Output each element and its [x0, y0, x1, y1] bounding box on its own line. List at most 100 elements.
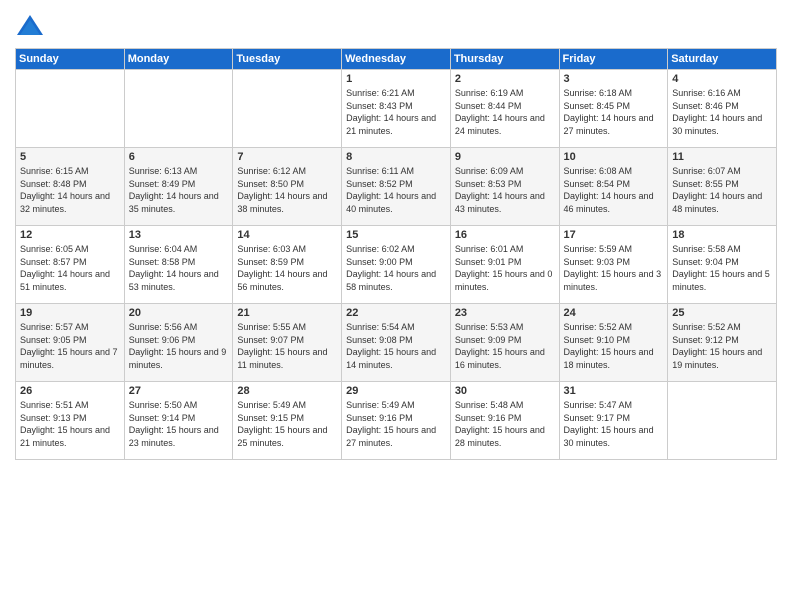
calendar-cell: 30 Sunrise: 5:48 AM Sunset: 9:16 PM Dayli…: [450, 382, 559, 460]
day-info: Sunrise: 6:15 AM Sunset: 8:48 PM Dayligh…: [20, 165, 120, 215]
logo-icon: [15, 10, 45, 40]
day-info: Sunrise: 5:50 AM Sunset: 9:14 PM Dayligh…: [129, 399, 229, 449]
weekday-tuesday: Tuesday: [233, 49, 342, 70]
day-number: 9: [455, 151, 555, 163]
calendar-cell: 16 Sunrise: 6:01 AM Sunset: 9:01 PM Dayli…: [450, 226, 559, 304]
calendar-cell: 26 Sunrise: 5:51 AM Sunset: 9:13 PM Dayli…: [16, 382, 125, 460]
day-number: 28: [237, 385, 337, 397]
calendar-cell: 27Sunrise: 5:50 AM Sunset: 9:14 PM Dayli…: [124, 382, 233, 460]
calendar-cell: [233, 70, 342, 148]
day-info: Sunrise: 6:12 AM Sunset: 8:50 PM Dayligh…: [237, 165, 337, 215]
calendar-cell: 12 Sunrise: 6:05 AM Sunset: 8:57 PM Dayli…: [16, 226, 125, 304]
day-number: 17: [564, 229, 664, 241]
week-row-1: 1Sunrise: 6:21 AM Sunset: 8:43 PM Daylig…: [16, 70, 777, 148]
day-number: 30: [455, 385, 555, 397]
day-info: Sunrise: 6:08 AM Sunset: 8:54 PM Dayligh…: [564, 165, 664, 215]
calendar-cell: 29 Sunrise: 5:49 AM Sunset: 9:16 PM Dayli…: [342, 382, 451, 460]
calendar-cell: 23Sunrise: 5:53 AM Sunset: 9:09 PM Dayli…: [450, 304, 559, 382]
day-info: Sunrise: 6:18 AM Sunset: 8:45 PM Dayligh…: [564, 87, 664, 137]
day-number: 31: [564, 385, 664, 397]
calendar-cell: 3Sunrise: 6:18 AM Sunset: 8:45 PM Daylig…: [559, 70, 668, 148]
calendar-cell: 14 Sunrise: 6:03 AM Sunset: 8:59 PM Dayli…: [233, 226, 342, 304]
day-info: Sunrise: 5:59 AM Sunset: 9:03 PM Dayligh…: [564, 243, 664, 293]
calendar-cell: 1Sunrise: 6:21 AM Sunset: 8:43 PM Daylig…: [342, 70, 451, 148]
day-number: 23: [455, 307, 555, 319]
page: SundayMondayTuesdayWednesdayThursdayFrid…: [0, 0, 792, 612]
calendar-cell: 17 Sunrise: 5:59 AM Sunset: 9:03 PM Dayli…: [559, 226, 668, 304]
day-number: 24: [564, 307, 664, 319]
day-info: Sunrise: 6:11 AM Sunset: 8:52 PM Dayligh…: [346, 165, 446, 215]
day-number: 25: [672, 307, 772, 319]
day-info: Sunrise: 6:05 AM Sunset: 8:57 PM Dayligh…: [20, 243, 120, 293]
calendar-cell: 2Sunrise: 6:19 AM Sunset: 8:44 PM Daylig…: [450, 70, 559, 148]
calendar-cell: 11 Sunrise: 6:07 AM Sunset: 8:55 PM Dayli…: [668, 148, 777, 226]
day-info: Sunrise: 6:04 AM Sunset: 8:58 PM Dayligh…: [129, 243, 229, 293]
day-info: Sunrise: 5:52 AM Sunset: 9:12 PM Dayligh…: [672, 321, 772, 371]
day-info: Sunrise: 6:01 AM Sunset: 9:01 PM Dayligh…: [455, 243, 555, 293]
day-info: Sunrise: 5:47 AM Sunset: 9:17 PM Dayligh…: [564, 399, 664, 449]
calendar-cell: 19Sunrise: 5:57 AM Sunset: 9:05 PM Dayli…: [16, 304, 125, 382]
day-info: Sunrise: 5:49 AM Sunset: 9:16 PM Dayligh…: [346, 399, 446, 449]
day-info: Sunrise: 6:03 AM Sunset: 8:59 PM Dayligh…: [237, 243, 337, 293]
day-number: 12: [20, 229, 120, 241]
week-row-2: 5 Sunrise: 6:15 AM Sunset: 8:48 PM Daylig…: [16, 148, 777, 226]
week-row-4: 19Sunrise: 5:57 AM Sunset: 9:05 PM Dayli…: [16, 304, 777, 382]
day-number: 19: [20, 307, 120, 319]
calendar-cell: 31 Sunrise: 5:47 AM Sunset: 9:17 PM Dayli…: [559, 382, 668, 460]
day-number: 14: [237, 229, 337, 241]
day-info: Sunrise: 5:55 AM Sunset: 9:07 PM Dayligh…: [237, 321, 337, 371]
calendar: SundayMondayTuesdayWednesdayThursdayFrid…: [15, 48, 777, 460]
day-number: 11: [672, 151, 772, 163]
day-info: Sunrise: 6:19 AM Sunset: 8:44 PM Dayligh…: [455, 87, 555, 137]
calendar-cell: 22 Sunrise: 5:54 AM Sunset: 9:08 PM Dayli…: [342, 304, 451, 382]
calendar-cell: [124, 70, 233, 148]
day-number: 18: [672, 229, 772, 241]
day-info: Sunrise: 5:52 AM Sunset: 9:10 PM Dayligh…: [564, 321, 664, 371]
calendar-cell: 28 Sunrise: 5:49 AM Sunset: 9:15 PM Dayli…: [233, 382, 342, 460]
week-row-5: 26 Sunrise: 5:51 AM Sunset: 9:13 PM Dayli…: [16, 382, 777, 460]
weekday-friday: Friday: [559, 49, 668, 70]
calendar-cell: 15Sunrise: 6:02 AM Sunset: 9:00 PM Dayli…: [342, 226, 451, 304]
day-number: 7: [237, 151, 337, 163]
day-number: 6: [129, 151, 229, 163]
day-number: 8: [346, 151, 446, 163]
day-number: 10: [564, 151, 664, 163]
day-number: 22: [346, 307, 446, 319]
day-info: Sunrise: 6:09 AM Sunset: 8:53 PM Dayligh…: [455, 165, 555, 215]
calendar-cell: 7 Sunrise: 6:12 AM Sunset: 8:50 PM Daylig…: [233, 148, 342, 226]
day-info: Sunrise: 5:54 AM Sunset: 9:08 PM Dayligh…: [346, 321, 446, 371]
weekday-saturday: Saturday: [668, 49, 777, 70]
calendar-cell: [16, 70, 125, 148]
day-info: Sunrise: 6:16 AM Sunset: 8:46 PM Dayligh…: [672, 87, 772, 137]
day-number: 5: [20, 151, 120, 163]
calendar-cell: 21Sunrise: 5:55 AM Sunset: 9:07 PM Dayli…: [233, 304, 342, 382]
day-number: 16: [455, 229, 555, 241]
day-number: 13: [129, 229, 229, 241]
calendar-cell: 18 Sunrise: 5:58 AM Sunset: 9:04 PM Dayli…: [668, 226, 777, 304]
day-info: Sunrise: 5:56 AM Sunset: 9:06 PM Dayligh…: [129, 321, 229, 371]
day-info: Sunrise: 5:49 AM Sunset: 9:15 PM Dayligh…: [237, 399, 337, 449]
day-info: Sunrise: 5:51 AM Sunset: 9:13 PM Dayligh…: [20, 399, 120, 449]
day-number: 15: [346, 229, 446, 241]
calendar-cell: 10 Sunrise: 6:08 AM Sunset: 8:54 PM Dayli…: [559, 148, 668, 226]
calendar-cell: 8 Sunrise: 6:11 AM Sunset: 8:52 PM Daylig…: [342, 148, 451, 226]
calendar-cell: 25 Sunrise: 5:52 AM Sunset: 9:12 PM Dayli…: [668, 304, 777, 382]
calendar-cell: 13 Sunrise: 6:04 AM Sunset: 8:58 PM Dayli…: [124, 226, 233, 304]
calendar-cell: 20 Sunrise: 5:56 AM Sunset: 9:06 PM Dayli…: [124, 304, 233, 382]
calendar-cell: 9 Sunrise: 6:09 AM Sunset: 8:53 PM Daylig…: [450, 148, 559, 226]
week-row-3: 12 Sunrise: 6:05 AM Sunset: 8:57 PM Dayli…: [16, 226, 777, 304]
weekday-sunday: Sunday: [16, 49, 125, 70]
weekday-header-row: SundayMondayTuesdayWednesdayThursdayFrid…: [16, 49, 777, 70]
day-info: Sunrise: 6:07 AM Sunset: 8:55 PM Dayligh…: [672, 165, 772, 215]
day-info: Sunrise: 5:58 AM Sunset: 9:04 PM Dayligh…: [672, 243, 772, 293]
day-info: Sunrise: 5:48 AM Sunset: 9:16 PM Dayligh…: [455, 399, 555, 449]
header: [15, 10, 777, 40]
calendar-cell: 5 Sunrise: 6:15 AM Sunset: 8:48 PM Daylig…: [16, 148, 125, 226]
weekday-monday: Monday: [124, 49, 233, 70]
day-number: 26: [20, 385, 120, 397]
calendar-cell: [668, 382, 777, 460]
day-number: 29: [346, 385, 446, 397]
day-info: Sunrise: 6:21 AM Sunset: 8:43 PM Dayligh…: [346, 87, 446, 137]
day-number: 20: [129, 307, 229, 319]
weekday-wednesday: Wednesday: [342, 49, 451, 70]
